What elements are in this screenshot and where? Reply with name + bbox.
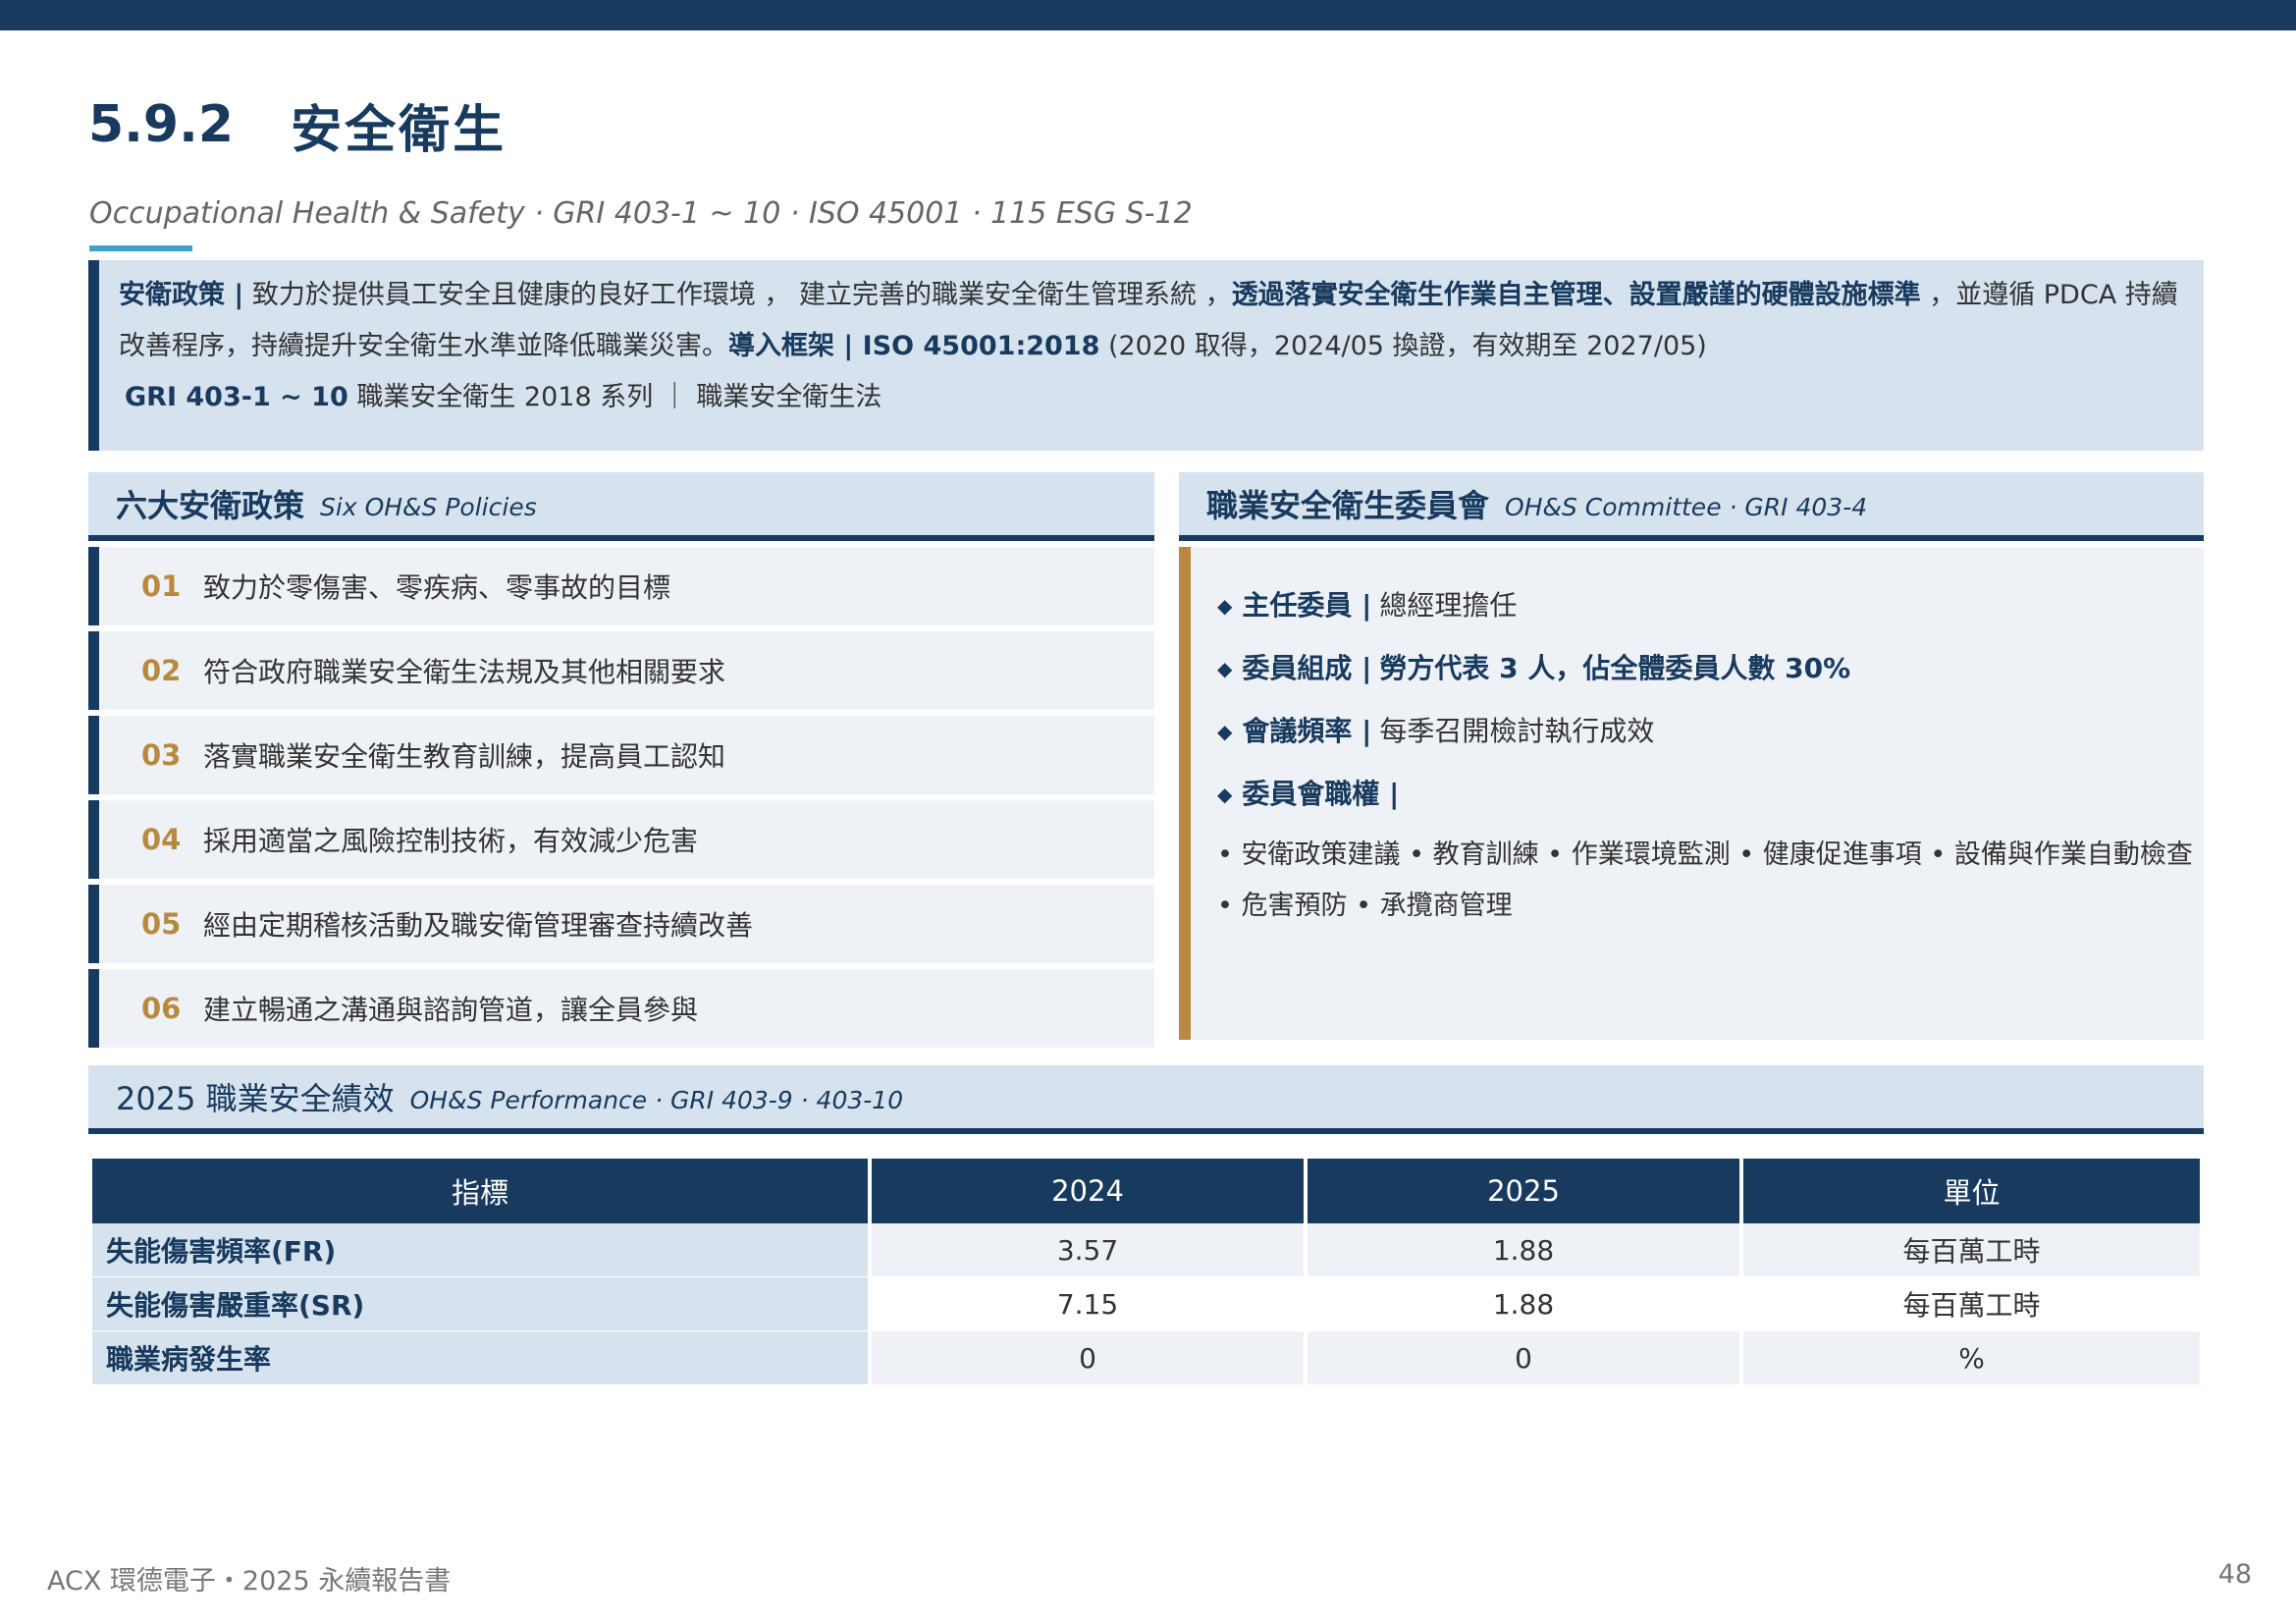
framework-text: (2020 取得，2024/05 換證，有效期至 2027/05) (1099, 331, 1707, 361)
column-header: 單位 (1743, 1159, 2200, 1223)
table-row: 失能傷害嚴重率(SR) 7.15 1.88 每百萬工時 (92, 1277, 2200, 1331)
page-title: 5.9.2 安全衛生 (88, 90, 507, 160)
committee-duties: ◆ 委員會職權 | (1217, 763, 2204, 826)
composition-value: 勞方代表 3 人，佔全體委員人數 30% (1379, 652, 1851, 684)
item-text: 經由定期稽核活動及職安衛管理審查持續改善 (203, 909, 754, 942)
committee-frequency: ◆ 會議頻率 | 每季召開檢討執行成效 (1217, 700, 2204, 763)
chair-label: 主任委員 | (1242, 589, 1372, 622)
item-number: 02 (141, 654, 182, 687)
six-policies-header: 六大安衛政策 Six OH&S Policies (88, 472, 1154, 541)
frequency-label: 會議頻率 | (1242, 715, 1372, 747)
item-number: 05 (141, 907, 182, 941)
top-banner (0, 0, 2296, 30)
list-item: 03 落實職業安全衛生教育訓練，提高員工認知 (88, 716, 1154, 794)
column-header: 2024 (872, 1159, 1304, 1223)
subtitle-underline (89, 245, 192, 251)
policy-emphasis: 透過落實安全衛生作業自主管理、設置嚴謹的硬體設施標準 (1231, 280, 1921, 310)
list-item: 05 經由定期稽核活動及職安衛管理審查持續改善 (88, 885, 1154, 963)
table-row: 失能傷害頻率(FR) 3.57 1.88 每百萬工時 (92, 1223, 2200, 1277)
duties-list: • 安衛政策建議 • 教育訓練 • 作業環境監測 • 健康促進事項 • 設備與作… (1217, 839, 2193, 921)
item-text: 採用適當之風險控制技術，有效減少危害 (203, 825, 699, 857)
value-2025-cell: 1.88 (1308, 1223, 1739, 1277)
committee-subtitle: OH&S Committee · GRI 403-4 (1505, 492, 1868, 521)
diamond-bullet-icon: ◆ (1217, 783, 1233, 806)
item-text: 致力於零傷害、零疾病、零事故的目標 (203, 571, 671, 604)
item-text: 落實職業安全衛生教育訓練，提高員工認知 (203, 740, 726, 773)
performance-subtitle: OH&S Performance · GRI 403-9 · 403-10 (409, 1085, 904, 1114)
unit-cell: 每百萬工時 (1743, 1223, 2200, 1277)
footer-text: ACX 環德電子・2025 永續報告書 (47, 1566, 452, 1597)
list-item: 01 致力於零傷害、零疾病、零事故的目標 (88, 547, 1154, 625)
six-policies-title: 六大安衛政策 (116, 487, 305, 524)
page-subtitle: Occupational Health & Safety · GRI 403-1… (89, 196, 1193, 231)
performance-title: 2025 職業安全績效 (116, 1080, 395, 1117)
value-2024-cell: 7.15 (872, 1277, 1304, 1331)
committee-chair: ◆ 主任委員 | 總經理擔任 (1217, 574, 2204, 637)
committee-panel: ◆ 主任委員 | 總經理擔任 ◆ 委員組成 | 勞方代表 3 人，佔全體委員人數… (1179, 547, 2204, 1040)
diamond-bullet-icon: ◆ (1217, 657, 1233, 680)
frequency-value: 每季召開檢討執行成效 (1379, 715, 1655, 747)
policy-paragraph: 安衛政策 | 致力於提供員工安全且健康的良好工作環境 ， 建立完善的職業安全衛生… (119, 270, 2184, 372)
performance-table: 指標 2024 2025 單位 失能傷害頻率(FR) 3.57 1.88 每百萬… (88, 1159, 2204, 1385)
framework-label: 導入框架 | ISO 45001:2018 (728, 331, 1100, 361)
committee-composition: ◆ 委員組成 | 勞方代表 3 人，佔全體委員人數 30% (1217, 637, 2204, 700)
gri-label: GRI 403-1 ~ 10 (125, 382, 348, 412)
item-number: 06 (141, 992, 182, 1025)
six-policies-list: 01 致力於零傷害、零疾病、零事故的目標 02 符合政府職業安全衛生法規及其他相關要… (88, 547, 1154, 1054)
performance-header: 2025 職業安全績效 OH&S Performance · GRI 403-9… (88, 1065, 2204, 1134)
policy-text-1: 致力於提供員工安全且健康的良好工作環境 ， 建立完善的職業安全衛生管理系統 ， (243, 280, 1232, 310)
list-item: 06 建立暢通之溝通與諮詢管道，讓全員參與 (88, 969, 1154, 1048)
diamond-bullet-icon: ◆ (1217, 594, 1233, 618)
policy-statement-box: 安衛政策 | 致力於提供員工安全且健康的良好工作環境 ， 建立完善的職業安全衛生… (88, 260, 2204, 451)
item-text: 符合政府職業安全衛生法規及其他相關要求 (203, 656, 726, 688)
value-2024-cell: 0 (872, 1331, 1304, 1385)
value-2025-cell: 1.88 (1308, 1277, 1739, 1331)
unit-cell: % (1743, 1331, 2200, 1385)
item-number: 03 (141, 738, 182, 772)
table-row: 職業病發生率 0 0 % (92, 1331, 2200, 1385)
column-header: 2025 (1308, 1159, 1739, 1223)
gri-text: 職業安全衛生 2018 系列 ｜ 職業安全衛生法 (347, 382, 882, 412)
item-number: 04 (141, 823, 182, 856)
unit-cell: 每百萬工時 (1743, 1277, 2200, 1331)
six-policies-subtitle: Six OH&S Policies (320, 492, 537, 521)
section-number: 5.9.2 (88, 95, 235, 154)
item-text: 建立暢通之溝通與諮詢管道，讓全員參與 (203, 994, 699, 1026)
list-item: 02 符合政府職業安全衛生法規及其他相關要求 (88, 631, 1154, 710)
composition-label: 委員組成 | (1242, 652, 1372, 684)
indicator-cell: 失能傷害頻率(FR) (92, 1223, 868, 1277)
chair-value: 總經理擔任 (1379, 589, 1518, 622)
table-header-row: 指標 2024 2025 單位 (92, 1159, 2200, 1223)
committee-header: 職業安全衛生委員會 OH&S Committee · GRI 403-4 (1179, 472, 2204, 541)
value-2025-cell: 0 (1308, 1331, 1739, 1385)
committee-title: 職業安全衛生委員會 (1206, 487, 1490, 524)
gri-line: GRI 403-1 ~ 10 職業安全衛生 2018 系列 ｜ 職業安全衛生法 (119, 372, 2184, 423)
item-number: 01 (141, 569, 182, 603)
indicator-cell: 職業病發生率 (92, 1331, 868, 1385)
duties-label: 委員會職權 | (1242, 778, 1400, 810)
indicator-cell: 失能傷害嚴重率(SR) (92, 1277, 868, 1331)
list-item: 04 採用適當之風險控制技術，有效減少危害 (88, 800, 1154, 879)
policy-label: 安衛政策 | (119, 280, 244, 310)
page-number: 48 (2217, 1559, 2252, 1590)
value-2024-cell: 3.57 (872, 1223, 1304, 1277)
column-header: 指標 (92, 1159, 868, 1223)
diamond-bullet-icon: ◆ (1217, 720, 1233, 743)
section-title: 安全衛生 (291, 100, 507, 160)
